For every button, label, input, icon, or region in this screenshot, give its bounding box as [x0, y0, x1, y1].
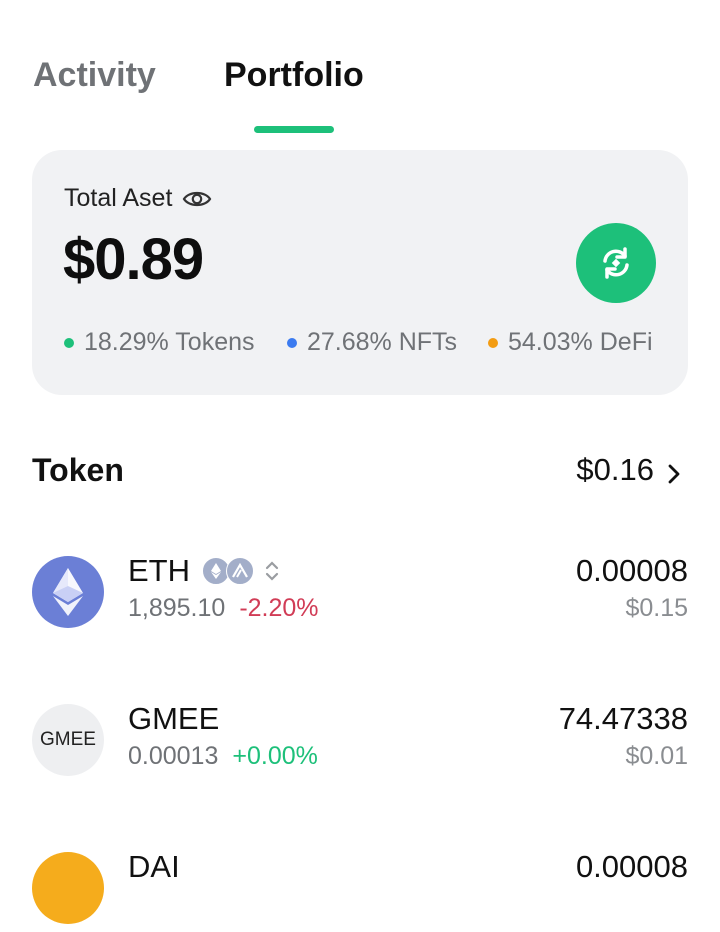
token-amount: 74.47338 [558, 701, 688, 736]
token-name-gmee: GMEE [128, 701, 219, 737]
total-asset-label: Total Aset [64, 184, 173, 212]
tab-activity[interactable]: Activity [33, 52, 156, 98]
token-usd-value: $0.01 [625, 742, 688, 770]
breakdown-tokens-label: 18.29% Tokens [84, 328, 255, 356]
breakdown-defi-label: 54.03% DeFi [508, 328, 653, 356]
tab-portfolio[interactable]: Portfolio [224, 52, 364, 98]
token-section-header[interactable]: Token $0.16 [32, 452, 688, 496]
refresh-button[interactable] [576, 223, 656, 303]
ethereum-icon [32, 556, 104, 628]
tab-bar: Activity Portfolio [33, 52, 693, 142]
token-total-value: $0.16 [576, 452, 654, 487]
nfts-dot [287, 337, 297, 348]
token-change: -2.20% [239, 594, 319, 622]
token-amount: 0.00008 [575, 553, 688, 588]
token-symbol: DAI [128, 849, 180, 884]
token-change: +0.00% [232, 742, 318, 770]
total-asset-value: $0.89 [63, 227, 204, 292]
breakdown-nfts-label: 27.68% NFTs [307, 328, 458, 356]
refresh-icon [603, 247, 629, 279]
chevron-right-icon[interactable] [664, 460, 684, 488]
token-price: 1,895.10 [128, 594, 226, 622]
total-asset-card: Total Aset $0.89 18.29% Tokens 27.68% NF… [32, 150, 688, 395]
token-name-eth: ETH [128, 553, 282, 589]
defi-dot [488, 337, 498, 348]
chain-badges [202, 557, 282, 585]
total-asset-title-row: Total Aset [64, 184, 212, 213]
token-symbol: ETH [128, 553, 190, 588]
eye-icon[interactable] [182, 188, 212, 210]
expand-chains-icon[interactable] [262, 557, 282, 585]
token-price-row: 0.00013 +0.00% [128, 742, 318, 771]
dai-icon [32, 852, 104, 924]
asset-breakdown: 18.29% Tokens 27.68% NFTs 54.03% DeFi [64, 328, 664, 364]
gmee-icon-text: GMEE [40, 729, 96, 750]
token-amount: 0.00008 [575, 849, 688, 884]
tokens-dot [64, 337, 74, 348]
token-row-dai[interactable]: DAI 0.00008 [32, 849, 688, 932]
breakdown-defi: 54.03% DeFi [488, 328, 653, 357]
gmee-icon: GMEE [32, 704, 104, 776]
arbitrum-badge-icon [226, 557, 254, 585]
token-section-title: Token [32, 452, 124, 488]
token-name-dai: DAI [128, 849, 180, 885]
token-price: 0.00013 [128, 742, 219, 770]
breakdown-tokens: 18.29% Tokens [64, 328, 255, 357]
token-row-eth[interactable]: ETH 1,895.10 -2.20% 0.00008 $0.15 [32, 553, 688, 636]
token-symbol: GMEE [128, 701, 220, 736]
token-usd-value: $0.15 [625, 594, 688, 622]
active-tab-indicator [254, 126, 334, 133]
breakdown-nfts: 27.68% NFTs [287, 328, 457, 357]
token-price-row: 1,895.10 -2.20% [128, 594, 319, 623]
token-row-gmee[interactable]: GMEE GMEE 0.00013 +0.00% 74.47338 $0.01 [32, 701, 688, 784]
